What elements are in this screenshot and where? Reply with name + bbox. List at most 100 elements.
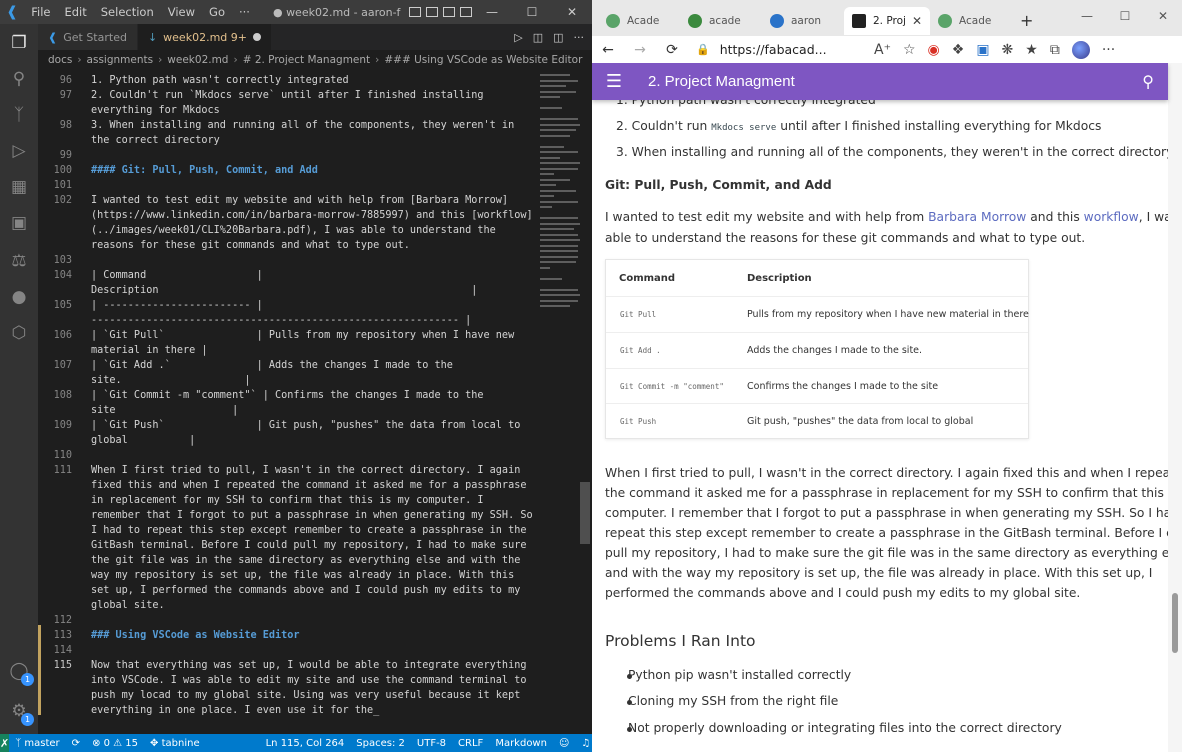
back-icon[interactable]: ← [592, 42, 624, 58]
menu-more[interactable]: ··· [232, 0, 257, 24]
code-editor[interactable]: 96 1. Python path wasn't correctly integr… [38, 70, 538, 734]
code-line[interactable]: 111 When I first tried to pull, I wasn't … [38, 463, 538, 478]
settings-gear-icon[interactable]: ⚙ 1 [8, 700, 34, 726]
code-line[interactable]: 101 [38, 178, 538, 193]
code-line[interactable]: 109 | `Git Push` | Git push, "pushes" the… [38, 418, 538, 433]
source-control-icon[interactable]: ᛉ [8, 104, 30, 126]
github-copilot-icon[interactable]: ● [8, 286, 30, 308]
code-line[interactable]: 114 [38, 643, 538, 658]
minimap[interactable] [538, 70, 584, 320]
code-line[interactable]: 99 [38, 148, 538, 163]
testing-icon[interactable]: ⚖ [8, 250, 30, 272]
code-line[interactable]: 107 | `Git Add .` | Adds the changes I ma… [38, 358, 538, 373]
sync-icon[interactable]: ⟳ [66, 738, 86, 749]
docker-icon[interactable]: ⬡ [8, 322, 30, 344]
code-line[interactable]: 112 [38, 613, 538, 628]
menu-go[interactable]: Go [202, 0, 232, 24]
browser-minimize-button[interactable]: — [1068, 9, 1106, 23]
open-preview-icon[interactable]: ◫ [533, 31, 543, 44]
account-icon[interactable]: ◯ 1 [8, 660, 34, 686]
breadcrumb-file[interactable]: week02.md [167, 54, 228, 66]
editor-scrollbar[interactable] [580, 482, 590, 544]
read-aloud-icon[interactable]: A⁺ [874, 42, 891, 58]
workflow-link[interactable]: workflow [1084, 210, 1139, 224]
unsaved-dot-icon[interactable] [252, 33, 261, 41]
code-line[interactable]: 108 | `Git Commit -m "comment"` | Confirm… [38, 388, 538, 403]
code-line[interactable]: 98 3. When installing and running all of … [38, 118, 538, 133]
split-editor-icon[interactable]: ◫ [553, 31, 563, 44]
code-line[interactable]: remember that I forgot to put a passphra… [38, 508, 538, 523]
code-line[interactable]: 97 2. Couldn't run `Mkdocs serve` until a… [38, 88, 538, 103]
browser-close-button[interactable]: ✕ [1144, 9, 1182, 23]
favorites-icon[interactable]: ★ [1025, 42, 1038, 58]
code-line[interactable]: Description | [38, 283, 538, 298]
code-line[interactable]: 115 Now that everything was set up, I wou… [38, 658, 538, 673]
extensions-icon[interactable]: ▦ [8, 176, 30, 198]
code-line[interactable]: 96 1. Python path wasn't correctly integr… [38, 73, 538, 88]
breadcrumb-assignments[interactable]: assignments [87, 54, 154, 66]
code-line[interactable]: the correct directory [38, 133, 538, 148]
cursor-position[interactable]: Ln 115, Col 264 [260, 738, 351, 749]
code-line[interactable]: way my repository is set up, the file wa… [38, 568, 538, 583]
favorite-add-icon[interactable]: ☆ [903, 42, 916, 58]
toggle-secondary-sidebar-icon[interactable] [443, 7, 455, 17]
code-line[interactable]: 102 I wanted to test edit my website and … [38, 193, 538, 208]
code-line[interactable]: 105 | ------------------------ | [38, 298, 538, 313]
search-icon[interactable]: ⚲ [8, 68, 30, 90]
encoding-status[interactable]: UTF-8 [411, 738, 452, 749]
page-scrollbar[interactable] [1168, 63, 1182, 752]
browser-tab-2[interactable]: acade [680, 7, 762, 35]
menu-view[interactable]: View [161, 0, 202, 24]
code-line[interactable]: 104 | Command | [38, 268, 538, 283]
code-line[interactable]: reasons for these git commands and what … [38, 238, 538, 253]
code-line[interactable]: in replacement for my SSH to confirm tha… [38, 493, 538, 508]
tab-get-started[interactable]: ❰ Get Started [38, 24, 138, 50]
settings-more-icon[interactable]: ··· [1102, 42, 1115, 58]
code-line[interactable]: global | [38, 433, 538, 448]
more-actions-icon[interactable]: ··· [574, 31, 585, 44]
notifications-icon[interactable]: ♫ [575, 738, 592, 749]
feedback-icon[interactable]: ☺ [553, 738, 575, 749]
tabnine-status[interactable]: ✥ tabnine [144, 738, 206, 749]
browser-tab-1[interactable]: Acade [598, 7, 680, 35]
refresh-icon[interactable]: ⟳ [656, 42, 688, 58]
profile-avatar[interactable] [1071, 40, 1090, 59]
remote-icon[interactable]: ✗ [0, 734, 10, 752]
menu-file[interactable]: File [24, 0, 57, 24]
code-line[interactable]: 100 #### Git: Pull, Push, Commit, and Add [38, 163, 538, 178]
close-button[interactable]: ✕ [552, 5, 592, 19]
breadcrumb-docs[interactable]: docs [48, 54, 72, 66]
code-line[interactable]: site | [38, 403, 538, 418]
code-line[interactable] [38, 718, 538, 733]
code-line[interactable]: 106 | `Git Pull` | Pulls from my reposito… [38, 328, 538, 343]
problems-status[interactable]: ⊗ 0 ⚠ 15 [86, 738, 144, 749]
code-line[interactable]: ----------------------------------------… [38, 313, 538, 328]
code-line[interactable]: into VSCode. I was able to edit my site … [38, 673, 538, 688]
explorer-icon[interactable]: ❐ [8, 32, 30, 54]
scrollbar-thumb[interactable] [1172, 593, 1178, 653]
tab-week02-md[interactable]: ↓ week02.md 9+ [137, 24, 272, 50]
code-line[interactable]: 110 [38, 448, 538, 463]
code-line[interactable]: push my locad to my global site. Using w… [38, 688, 538, 703]
code-line[interactable]: fixed this and when I repeated the comma… [38, 478, 538, 493]
zoom-extension-icon[interactable]: ▣ [976, 42, 989, 58]
code-line[interactable]: global site. [38, 598, 538, 613]
new-tab-icon[interactable]: + [1020, 11, 1033, 30]
run-debug-icon[interactable]: ▷ [8, 140, 30, 162]
close-tab-icon[interactable]: ✕ [912, 14, 922, 28]
customize-layout-icon[interactable] [460, 7, 472, 17]
menu-selection[interactable]: Selection [94, 0, 161, 24]
language-mode[interactable]: Markdown [489, 738, 553, 749]
barbara-morrow-link[interactable]: Barbara Morrow [928, 210, 1026, 224]
hamburger-menu-icon[interactable]: ☰ [592, 71, 636, 92]
menu-edit[interactable]: Edit [57, 0, 93, 24]
code-line[interactable]: set up, I performed the commands above a… [38, 583, 538, 598]
remote-explorer-icon[interactable]: ▣ [8, 212, 30, 234]
code-line[interactable]: I had to repeat this step except remembe… [38, 523, 538, 538]
branch-status[interactable]: ᛉ master [9, 738, 65, 749]
run-icon[interactable]: ▷ [514, 31, 522, 44]
browser-maximize-button[interactable]: ☐ [1106, 9, 1144, 23]
code-line[interactable]: 113 ### Using VSCode as Website Editor [38, 628, 538, 643]
toggle-panel-icon[interactable] [426, 7, 438, 17]
adblock-extension-icon[interactable]: ◉ [928, 42, 940, 58]
